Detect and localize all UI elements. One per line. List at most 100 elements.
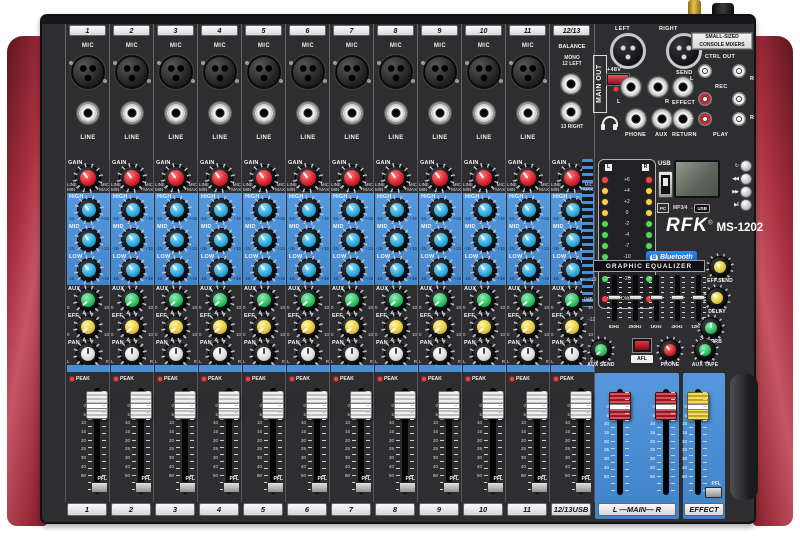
pfl-button[interactable]	[267, 482, 284, 493]
mid-knob[interactable]	[166, 229, 188, 251]
pan-knob[interactable]	[297, 343, 319, 365]
effect-pfl-button[interactable]	[705, 487, 722, 498]
main-right-fader-track[interactable]	[663, 389, 669, 495]
low-knob[interactable]	[518, 259, 540, 281]
aux-knob[interactable]	[165, 289, 187, 311]
play-pause-button[interactable]	[740, 199, 752, 211]
pfl-button[interactable]	[487, 482, 504, 493]
geq-slider-track[interactable]	[612, 275, 617, 321]
pfl-button[interactable]	[223, 482, 240, 493]
pfl-button[interactable]	[443, 482, 460, 493]
aux-knob[interactable]	[209, 289, 231, 311]
pfl-button[interactable]	[135, 482, 152, 493]
high-knob[interactable]	[518, 199, 540, 221]
channel-fader-cap[interactable]	[262, 391, 284, 419]
geq-slider-track[interactable]	[633, 275, 638, 321]
geq-slider-cap[interactable]	[671, 295, 684, 300]
pfl-button[interactable]	[311, 482, 328, 493]
aux-knob[interactable]	[517, 289, 539, 311]
eff-knob[interactable]	[121, 316, 143, 338]
geq-slider-track[interactable]	[675, 275, 680, 321]
eff-send-knob[interactable]	[710, 257, 730, 277]
aux-knob[interactable]	[253, 289, 275, 311]
low-knob[interactable]	[254, 259, 276, 281]
low-knob[interactable]	[474, 259, 496, 281]
channel-fader-cap[interactable]	[306, 391, 328, 419]
aux-knob[interactable]	[77, 289, 99, 311]
low-knob[interactable]	[298, 259, 320, 281]
pfl-button[interactable]	[91, 482, 108, 493]
main-left-fader-track[interactable]	[617, 389, 623, 495]
geq-slider-cap[interactable]	[650, 295, 663, 300]
channel-fader-cap[interactable]	[570, 391, 592, 419]
geq-slider-track[interactable]	[654, 275, 659, 321]
eff-knob[interactable]	[209, 316, 231, 338]
high-knob[interactable]	[122, 199, 144, 221]
mid-knob[interactable]	[518, 229, 540, 251]
delay-knob[interactable]	[707, 288, 727, 308]
geq-slider-cap[interactable]	[629, 295, 642, 300]
aux-knob[interactable]	[341, 289, 363, 311]
mid-knob[interactable]	[430, 229, 452, 251]
afl-button[interactable]	[633, 339, 651, 352]
prev-button[interactable]	[740, 173, 752, 185]
high-knob[interactable]	[210, 199, 232, 221]
pfl-button[interactable]	[179, 482, 196, 493]
eff-knob[interactable]	[517, 316, 539, 338]
mid-knob[interactable]	[386, 229, 408, 251]
next-button[interactable]	[740, 186, 752, 198]
reverb-knob[interactable]	[701, 318, 721, 338]
mid-knob[interactable]	[78, 229, 100, 251]
eff-knob[interactable]	[341, 316, 363, 338]
channel-fader-cap[interactable]	[482, 391, 504, 419]
mid-knob[interactable]	[342, 229, 364, 251]
low-knob[interactable]	[78, 259, 100, 281]
high-knob[interactable]	[254, 199, 276, 221]
main-right-fader-cap[interactable]	[655, 392, 677, 420]
effect-fader-cap[interactable]	[687, 392, 709, 420]
pan-knob[interactable]	[209, 343, 231, 365]
pan-knob[interactable]	[385, 343, 407, 365]
aux-send-knob[interactable]	[591, 340, 611, 360]
high-knob[interactable]	[298, 199, 320, 221]
low-knob[interactable]	[342, 259, 364, 281]
pan-knob[interactable]	[253, 343, 275, 365]
high-knob[interactable]	[166, 199, 188, 221]
aux-knob[interactable]	[121, 289, 143, 311]
geq-slider-cap[interactable]	[608, 295, 621, 300]
low-knob[interactable]	[386, 259, 408, 281]
channel-fader-cap[interactable]	[174, 391, 196, 419]
eff-knob[interactable]	[385, 316, 407, 338]
aux-knob[interactable]	[473, 289, 495, 311]
low-knob[interactable]	[430, 259, 452, 281]
pfl-button[interactable]	[575, 482, 592, 493]
channel-fader-cap[interactable]	[130, 391, 152, 419]
pan-knob[interactable]	[517, 343, 539, 365]
aux-knob[interactable]	[429, 289, 451, 311]
channel-fader-cap[interactable]	[438, 391, 460, 419]
low-knob[interactable]	[122, 259, 144, 281]
mid-knob[interactable]	[298, 229, 320, 251]
pan-knob[interactable]	[341, 343, 363, 365]
mid-knob[interactable]	[254, 229, 276, 251]
eff-knob[interactable]	[297, 316, 319, 338]
mid-knob[interactable]	[474, 229, 496, 251]
high-knob[interactable]	[474, 199, 496, 221]
pan-knob[interactable]	[165, 343, 187, 365]
pan-knob[interactable]	[429, 343, 451, 365]
aux-knob[interactable]	[297, 289, 319, 311]
channel-fader-cap[interactable]	[86, 391, 108, 419]
effect-fader-track[interactable]	[695, 389, 701, 495]
pfl-button[interactable]	[355, 482, 372, 493]
main-left-fader-cap[interactable]	[609, 392, 631, 420]
channel-fader-cap[interactable]	[526, 391, 548, 419]
eff-knob[interactable]	[473, 316, 495, 338]
repeat-button[interactable]	[740, 160, 752, 172]
high-knob[interactable]	[342, 199, 364, 221]
channel-fader-cap[interactable]	[350, 391, 372, 419]
aux-knob[interactable]	[385, 289, 407, 311]
channel-fader-cap[interactable]	[394, 391, 416, 419]
eff-knob[interactable]	[429, 316, 451, 338]
eff-knob[interactable]	[77, 316, 99, 338]
pan-knob[interactable]	[121, 343, 143, 365]
